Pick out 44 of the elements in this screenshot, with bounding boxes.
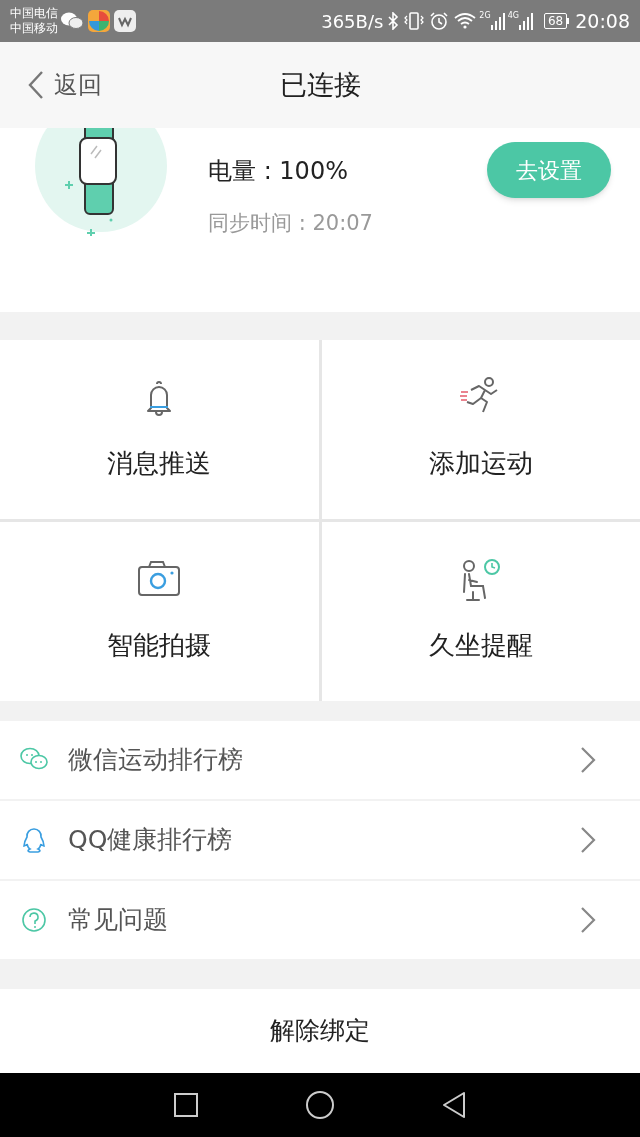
signal-icon: [490, 12, 505, 30]
chevron-right-icon: [580, 746, 596, 774]
alarm-icon: [429, 11, 450, 31]
app-icon: [114, 10, 136, 32]
help-icon: [19, 906, 49, 934]
home-button[interactable]: [305, 1090, 335, 1120]
back-nav-button[interactable]: [441, 1091, 467, 1119]
signal-icon: [518, 12, 533, 30]
list-item[interactable]: 常见问题: [0, 881, 640, 959]
chat-icon: [60, 11, 84, 31]
feature-label: 消息推送: [107, 447, 212, 480]
list-item-label: 微信运动排行榜: [68, 744, 244, 777]
battery-label: 电量 : 100%: [208, 156, 349, 187]
feature-tile[interactable]: 消息推送: [0, 340, 319, 519]
feature-tile[interactable]: 智能拍摄: [0, 522, 319, 701]
back-button[interactable]: 返回: [28, 67, 102, 103]
page-title: 已连接: [279, 67, 361, 102]
list-item-label: 常见问题: [68, 904, 169, 937]
carrier-label: 中国移动: [10, 21, 58, 36]
wifi-icon: [453, 12, 478, 30]
feature-tile[interactable]: 添加运动: [321, 340, 640, 519]
chevron-right-icon: [580, 906, 596, 934]
chevron-left-icon: [28, 70, 44, 100]
feature-label: 久坐提醒: [428, 629, 533, 662]
network-speed: 365B/s: [321, 9, 384, 34]
feature-tile[interactable]: 久坐提醒: [321, 522, 640, 701]
chevron-right-icon: [580, 826, 596, 854]
battery-indicator: 68: [543, 13, 568, 29]
feature-label: 智能拍摄: [107, 629, 212, 662]
app-icon: [88, 10, 110, 32]
vibrate-icon: [403, 11, 426, 31]
carrier-label: 中国电信: [10, 6, 58, 21]
clock-time: 20:08: [575, 8, 630, 34]
recent-apps-button[interactable]: [173, 1092, 199, 1118]
bluetooth-icon: [387, 12, 400, 30]
unbind-button[interactable]: 解除绑定: [0, 989, 640, 1073]
list-item-label: QQ健康排行榜: [68, 824, 234, 857]
network-type-label: 4G: [507, 12, 519, 20]
bell-icon: [146, 381, 173, 417]
sync-time-label: 同步时间 : 20:07: [208, 210, 373, 237]
list-item[interactable]: 微信运动排行榜: [0, 721, 640, 799]
list-item[interactable]: QQ健康排行榜: [0, 801, 640, 879]
feature-label: 添加运动: [428, 447, 533, 480]
network-type-label: 2G: [479, 12, 491, 20]
